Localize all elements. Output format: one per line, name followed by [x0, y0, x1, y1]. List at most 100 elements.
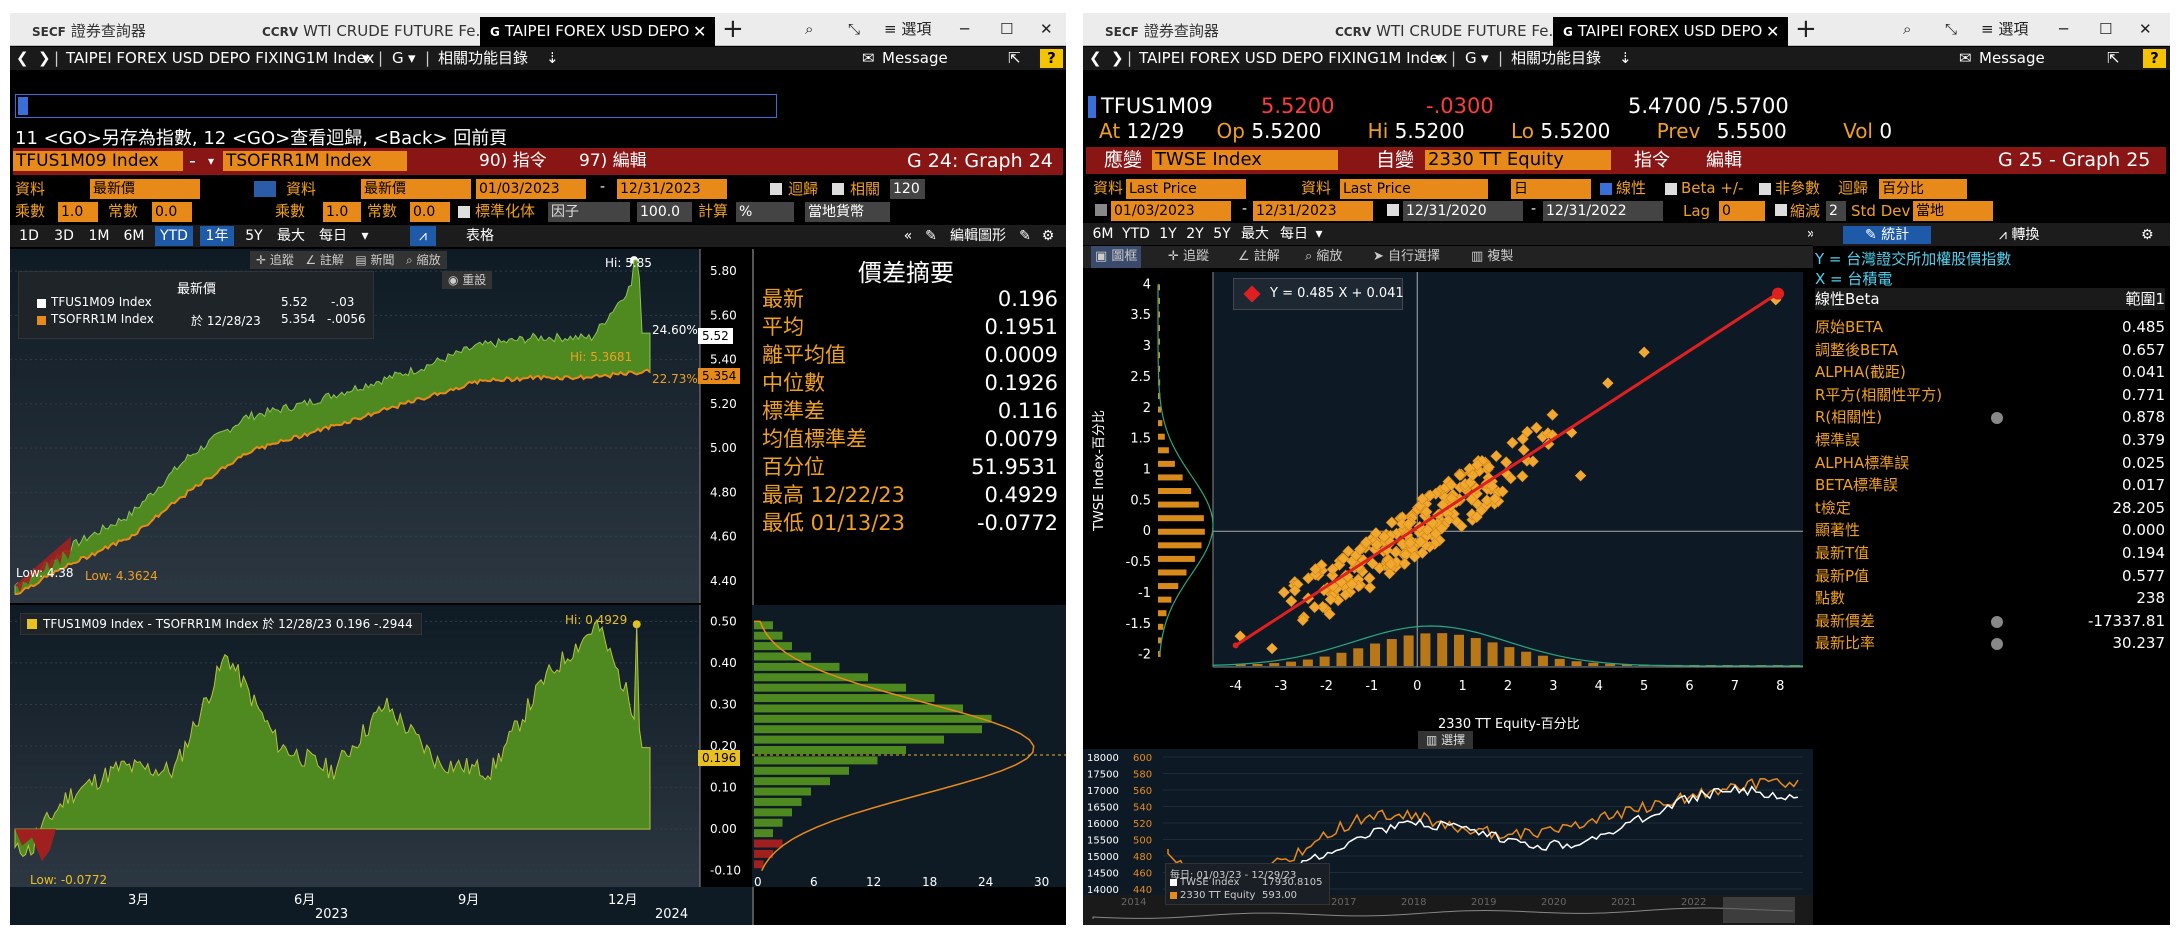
const-input-2[interactable]: 0.0 [410, 202, 450, 222]
data-select-1[interactable]: 最新價 [90, 179, 200, 199]
frequency-select[interactable]: 日 [1511, 179, 1591, 199]
help-button[interactable]: ? [2143, 49, 2166, 68]
tab-graph[interactable]: G TAIPEI FOREX USD DEPO [480, 17, 715, 46]
tab-graph[interactable]: G TAIPEI FOREX USD DEPO [1553, 17, 1788, 46]
period-5y[interactable]: 5Y [1210, 224, 1234, 244]
beta-checkbox[interactable] [1665, 183, 1677, 195]
tab-secf[interactable]: SECF 證券查詢器 [1095, 17, 1325, 46]
edit-icon[interactable]: ✎ [1015, 226, 1035, 246]
shrink-checkbox[interactable] [1775, 204, 1787, 216]
start-date-input[interactable]: 01/03/2023 [476, 179, 586, 199]
lag-input[interactable]: 0 [1719, 201, 1765, 221]
gear-icon[interactable]: ⚙ [1038, 226, 1058, 246]
search-icon[interactable]: ⌕ [805, 13, 813, 46]
convert-button[interactable]: ⩘ 轉換 [1999, 226, 2039, 244]
close-window-icon[interactable]: ✕ [1040, 13, 1053, 46]
chart-type-icon[interactable]: ⩘ [410, 226, 436, 246]
minimize-icon[interactable]: ─ [960, 13, 969, 46]
gear-icon[interactable]: ⚙ [2141, 226, 2154, 244]
related-menu[interactable]: 相關功能目錄 [1511, 47, 1601, 70]
frame-tool[interactable]: ▣ 圖框 [1091, 246, 1142, 268]
period-1y[interactable]: 1Y [1156, 224, 1180, 244]
news-tool[interactable]: ▤ 新聞 [355, 253, 394, 267]
maximize-icon[interactable]: ☐ [1000, 13, 1013, 46]
close-tab-icon[interactable]: ✕ [1766, 17, 1779, 46]
period-1d[interactable]: 1D [15, 226, 43, 246]
period-ytd[interactable]: YTD [155, 226, 193, 246]
search-icon[interactable]: ⌕ [1903, 13, 1911, 46]
command-menu[interactable]: 指令 [1634, 147, 1670, 174]
data-select-2[interactable]: 最新價 [361, 179, 471, 199]
minimize-icon[interactable]: ─ [2059, 13, 2068, 46]
frequency-select[interactable]: 每日 [313, 226, 353, 246]
range2-checkbox[interactable] [1387, 204, 1399, 216]
info-icon[interactable] [1991, 412, 2003, 425]
period-max[interactable]: 最大 [1238, 224, 1272, 244]
period-1y[interactable]: 1年 [200, 226, 234, 246]
factor-select[interactable]: 因子 [548, 202, 630, 222]
stats-button[interactable]: ✎ 統計 [1843, 226, 1932, 244]
swap-icon[interactable] [254, 181, 276, 197]
command-line-input[interactable] [15, 94, 777, 118]
period-5y[interactable]: 5Y [240, 226, 268, 246]
track-tool[interactable]: ✛ 追蹤 [256, 253, 294, 267]
end-date-input[interactable]: 12/31/2023 [617, 179, 727, 199]
message-button[interactable]: Message [882, 47, 948, 70]
zoom-tool[interactable]: ⌕ 縮放 [1305, 246, 1342, 268]
maximize-icon[interactable]: ☐ [2099, 13, 2112, 46]
reset-button[interactable]: ◉ 重設 [442, 271, 493, 289]
mult-input-1[interactable]: 1.0 [58, 202, 98, 222]
annotate-tool[interactable]: ∠ 註解 [305, 253, 344, 267]
independent-field[interactable]: 2330 TT Equity [1425, 150, 1611, 170]
zoom-tool[interactable]: ⌕ 縮放 [406, 253, 441, 267]
resize-icon[interactable]: ⤡ [1945, 13, 1957, 46]
security-1-field[interactable]: TFUS1M09 Index [13, 151, 183, 171]
forward-icon[interactable]: ❯ [38, 47, 51, 70]
back-icon[interactable]: ❮ [16, 47, 29, 70]
tab-ccrv[interactable]: CCRV WTI CRUDE FUTURE Fe... [1325, 17, 1553, 46]
edit-menu[interactable]: 97) 編輯 [579, 148, 647, 175]
range-end-2[interactable]: 12/31/2022 [1543, 201, 1663, 221]
currency-select[interactable]: 當地 [1913, 201, 1993, 221]
data-select-2[interactable]: Last Price [1340, 179, 1488, 199]
track-tool[interactable]: ✛ 追蹤 [1168, 246, 1209, 268]
security-name[interactable]: TAIPEI FOREX USD DEPO FIXING1M Index [66, 47, 374, 70]
security-2-field[interactable]: TSOFRR1M Index [223, 151, 407, 171]
period-daily[interactable]: 每日 [1277, 224, 1311, 244]
edit-graph-button[interactable]: 編輯圖形 [942, 226, 1014, 246]
range-start-2[interactable]: 12/31/2020 [1403, 201, 1523, 221]
edit-menu[interactable]: 編輯 [1706, 147, 1742, 174]
related-menu[interactable]: 相關功能目錄 [438, 47, 528, 70]
options-button[interactable]: ≡ 選項 [1981, 13, 2028, 46]
period-max[interactable]: 最大 [273, 226, 309, 246]
info-icon[interactable] [1991, 638, 2003, 651]
select-button[interactable]: ▥ 選擇 [1418, 731, 1474, 749]
export-icon[interactable]: ⇱ [2107, 47, 2120, 70]
linear-checkbox[interactable] [1600, 183, 1612, 195]
table-button[interactable]: 表格 [450, 226, 510, 246]
function-code[interactable]: G [392, 47, 404, 70]
mult-input-2[interactable]: 1.0 [323, 202, 361, 222]
forward-icon[interactable]: ❯ [1111, 47, 1124, 70]
help-button[interactable]: ? [1040, 49, 1063, 68]
range1-checkbox[interactable] [1095, 204, 1107, 216]
new-tab-icon[interactable]: + [1795, 15, 1817, 44]
resize-icon[interactable]: ⤡ [848, 13, 860, 46]
period-ytd[interactable]: YTD [1119, 224, 1153, 244]
period-6m[interactable]: 6M [120, 226, 148, 246]
annotate-tool[interactable]: ∠ 註解 [1238, 246, 1280, 268]
period-2y[interactable]: 2Y [1183, 224, 1207, 244]
message-button[interactable]: Message [1979, 47, 2045, 70]
info-icon[interactable] [1991, 615, 2003, 628]
security-name[interactable]: TAIPEI FOREX USD DEPO FIXING1M Index [1139, 47, 1447, 70]
tab-ccrv[interactable]: CCRV WTI CRUDE FUTURE Fe... [252, 17, 480, 46]
close-window-icon[interactable]: ✕ [2139, 13, 2152, 46]
close-tab-icon[interactable]: ✕ [693, 17, 706, 46]
options-button[interactable]: ≡ 選項 [884, 13, 931, 46]
export-icon[interactable]: ⇱ [1008, 47, 1021, 70]
command-menu[interactable]: 90) 指令 [479, 148, 547, 175]
data-select-1[interactable]: Last Price [1126, 179, 1246, 199]
period-3d[interactable]: 3D [50, 226, 78, 246]
dependent-field[interactable]: TWSE Index [1152, 150, 1338, 170]
collapse-icon[interactable]: « [898, 226, 918, 246]
